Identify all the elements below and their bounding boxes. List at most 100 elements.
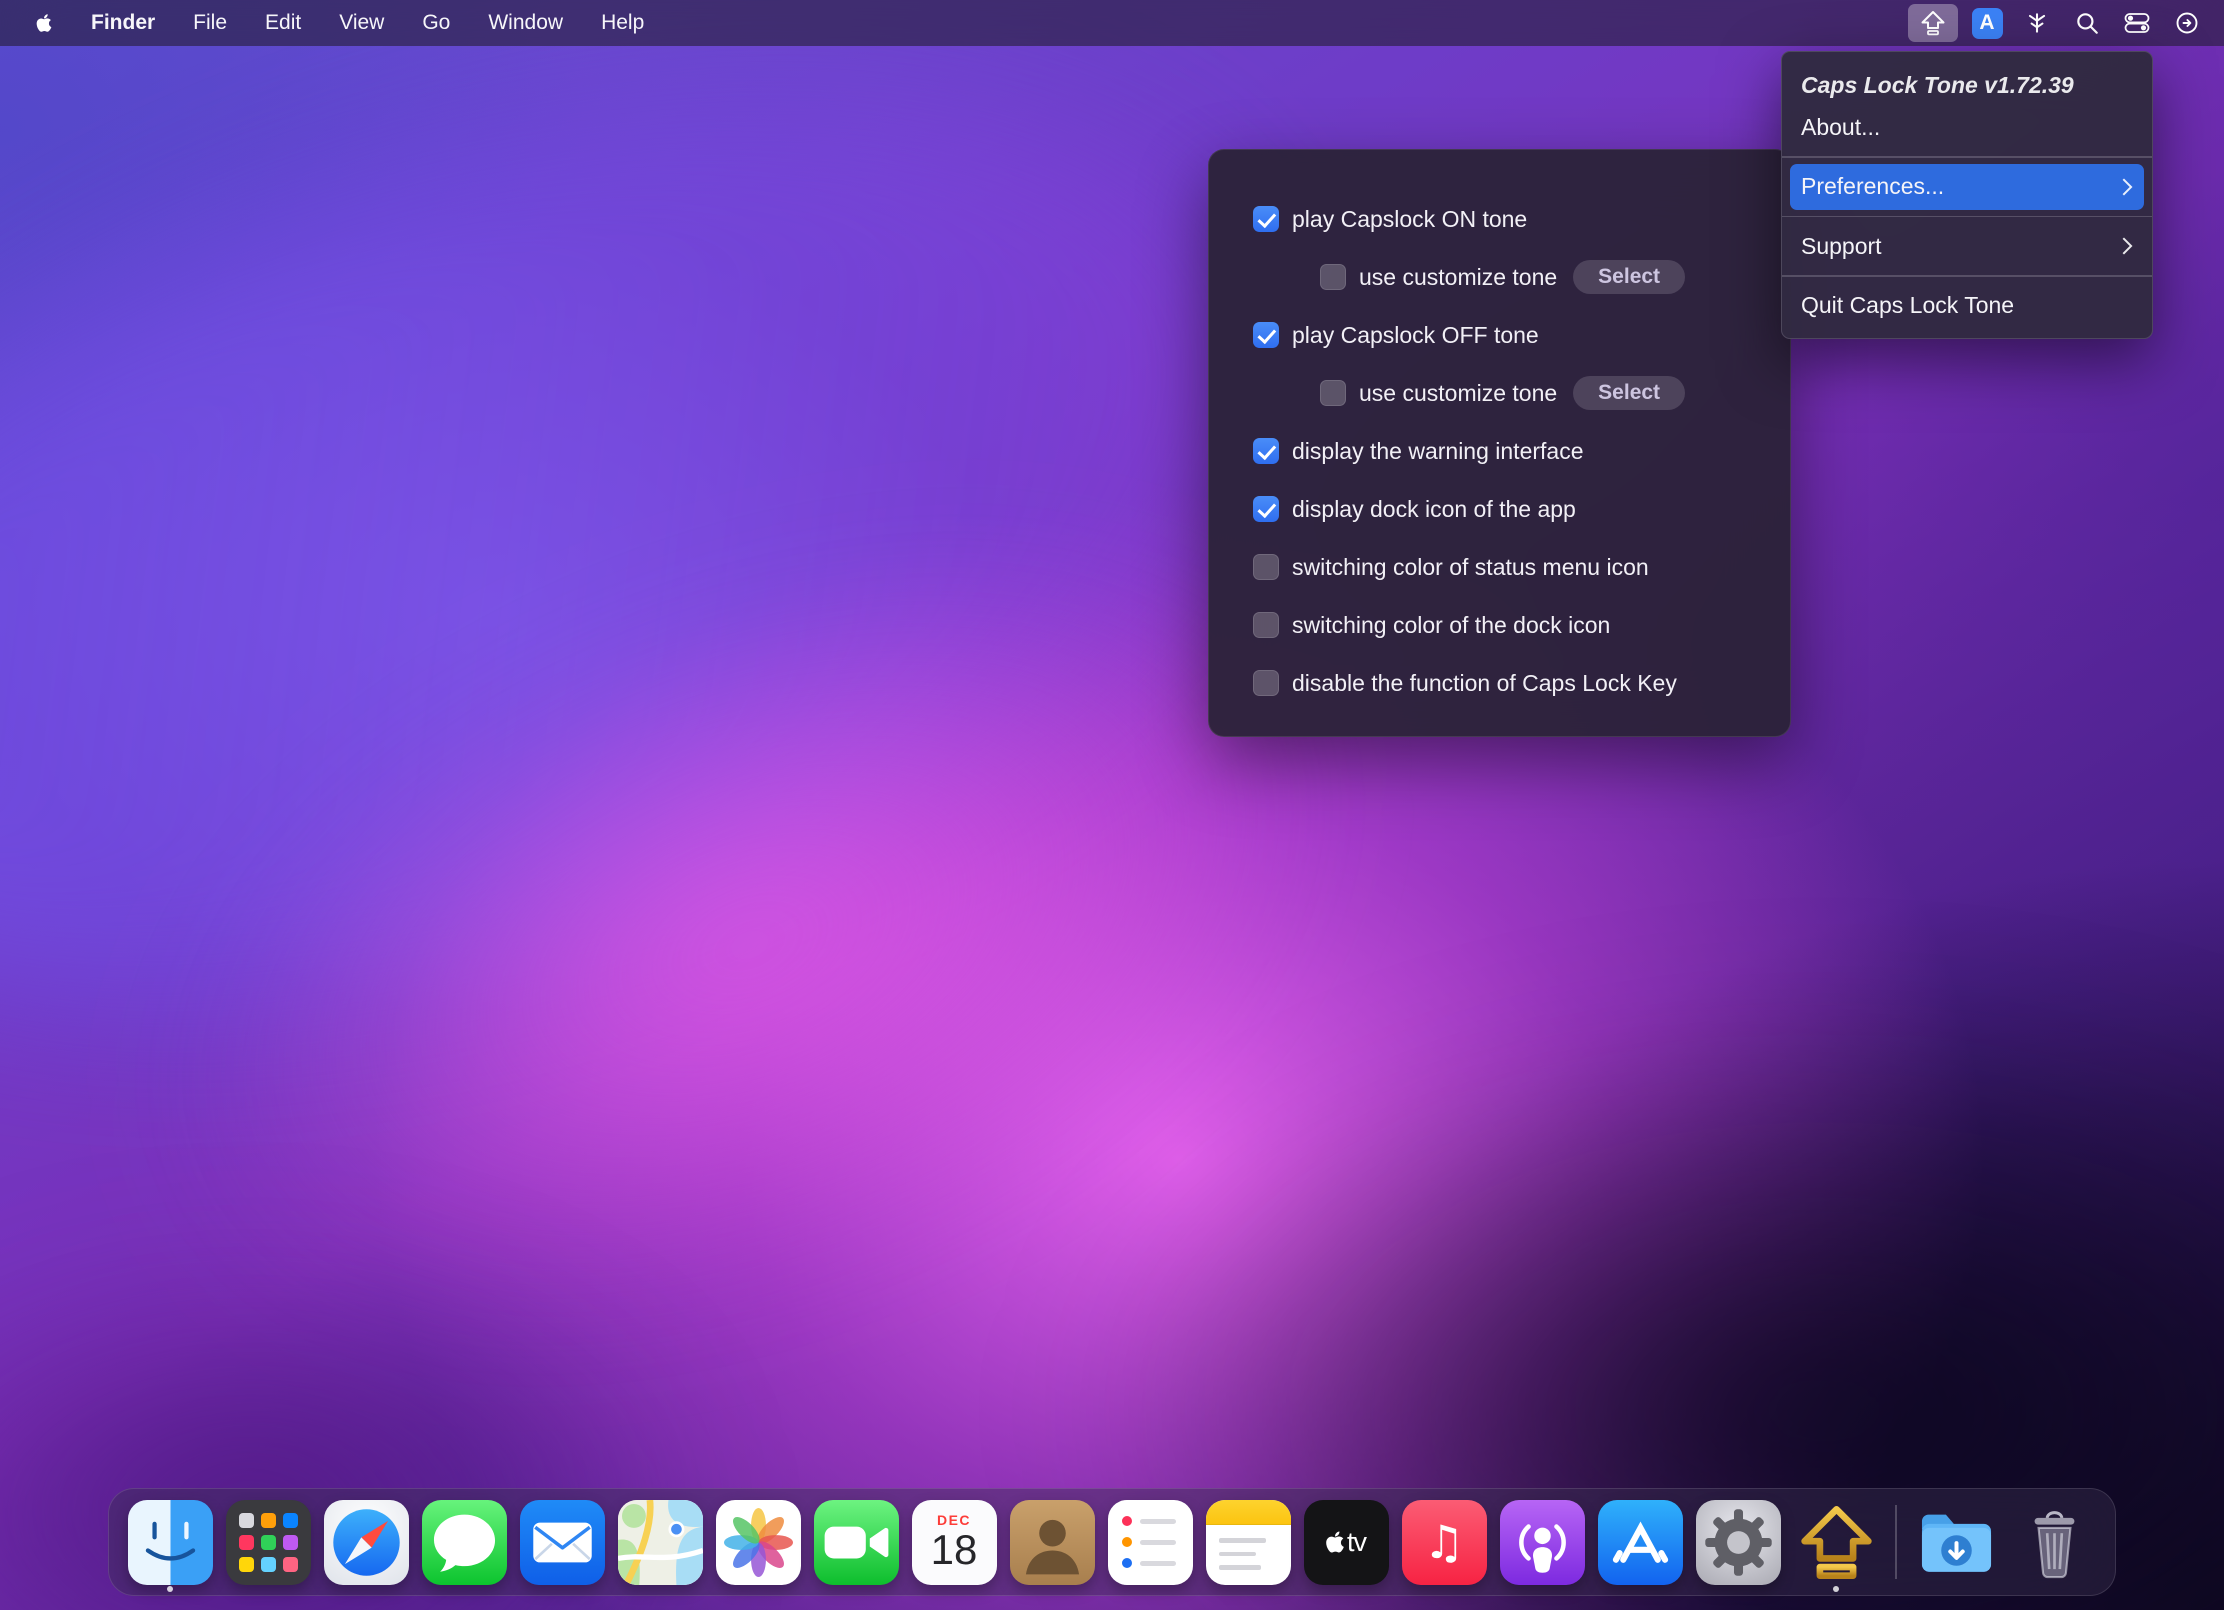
dock-launchpad[interactable] [225, 1489, 311, 1595]
finder-icon [128, 1500, 213, 1585]
calendar-icon: DEC 18 [912, 1500, 997, 1585]
menubar-item-edit[interactable]: Edit [246, 0, 320, 46]
menu-bar: FinderFileEditViewGoWindowHelp A [0, 0, 2224, 46]
dock-notes[interactable] [1205, 1489, 1291, 1595]
menubar-item-finder[interactable]: Finder [72, 0, 174, 46]
dock-reminders[interactable] [1107, 1489, 1193, 1595]
checkbox-unchecked-use-customize-tone[interactable] [1320, 264, 1346, 290]
menu-item-label: Preferences... [1801, 173, 1944, 200]
keyboard-glyph-icon [2024, 10, 2050, 36]
menu-item-about[interactable]: About... [1790, 104, 2144, 150]
pref-option-row: play Capslock OFF tone [1253, 306, 1790, 364]
capslock-tone-status-item[interactable] [1908, 4, 1958, 42]
desktop: FinderFileEditViewGoWindowHelp A [0, 0, 2224, 1610]
music-icon: ♫ [1402, 1500, 1487, 1585]
dock-appletv[interactable]: tv [1303, 1489, 1389, 1595]
menubar-item-go[interactable]: Go [403, 0, 469, 46]
pref-option-label: switching color of the dock icon [1292, 612, 1610, 639]
pref-option-row: play Capslock ON tone [1253, 190, 1790, 248]
keyboard-glyph-status-item[interactable] [2016, 4, 2058, 42]
reminders-icon [1108, 1500, 1193, 1585]
podcasts-icon [1500, 1500, 1585, 1585]
mail-icon [520, 1500, 605, 1585]
input-source-status-item[interactable]: A [1966, 4, 2008, 42]
music-note-glyph: ♫ [1423, 1519, 1464, 1565]
menu-bar-status-area: A [1908, 4, 2224, 42]
capslock-tone-icon [1919, 9, 1947, 37]
menu-item-quit-caps-lock-tone[interactable]: Quit Caps Lock Tone [1790, 283, 2144, 329]
capslock-status-menu: Caps Lock Tone v1.72.39 About...Preferen… [1781, 51, 2153, 339]
pref-option-label: switching color of status menu icon [1292, 554, 1649, 581]
pref-option-label: use customize tone [1359, 264, 1557, 291]
menu-item-support[interactable]: Support [1790, 223, 2144, 269]
menu-item-preferences[interactable]: Preferences... [1790, 164, 2144, 210]
trash-icon [2012, 1500, 2097, 1585]
checkbox-checked-display-the-warning-interface[interactable] [1253, 438, 1279, 464]
checkbox-unchecked-disable-the-function-of-caps-lock-key[interactable] [1253, 670, 1279, 696]
launchpad-icon [226, 1500, 311, 1585]
dock-settings[interactable] [1695, 1489, 1781, 1595]
notes-icon [1206, 1500, 1291, 1585]
dock-maps[interactable] [617, 1489, 703, 1595]
input-source-label: A [1979, 11, 1994, 35]
pref-option-label: display dock icon of the app [1292, 496, 1576, 523]
control-center-status-item[interactable] [2116, 4, 2158, 42]
pref-option-label: play Capslock ON tone [1292, 206, 1527, 233]
checkbox-unchecked-switching-color-of-status-menu-icon[interactable] [1253, 554, 1279, 580]
apple-menu[interactable] [16, 13, 72, 33]
dock-items: DEC 18 tv ♫ [121, 1489, 2103, 1595]
chevron-right-icon [2116, 238, 2133, 255]
select-tone-button[interactable]: Select [1573, 376, 1685, 410]
checkbox-checked-play-capslock-off-tone[interactable] [1253, 322, 1279, 348]
dock-mail[interactable] [519, 1489, 605, 1595]
notes-header [1206, 1500, 1291, 1525]
preferences-options: play Capslock ON tone use customize tone S… [1253, 190, 1790, 712]
messages-icon [422, 1500, 507, 1585]
menubar-item-window[interactable]: Window [469, 0, 582, 46]
dock-podcasts[interactable] [1499, 1489, 1585, 1595]
appstore-icon [1598, 1500, 1683, 1585]
spotlight-status-item[interactable] [2066, 4, 2108, 42]
dock-contacts[interactable] [1009, 1489, 1095, 1595]
downloads-folder-icon [1914, 1500, 1999, 1585]
dock-capslock-tone[interactable] [1793, 1489, 1879, 1595]
menubar-item-view[interactable]: View [320, 0, 403, 46]
checkbox-unchecked-use-customize-tone[interactable] [1320, 380, 1346, 406]
dock-calendar[interactable]: DEC 18 [911, 1489, 997, 1595]
pref-option-label: use customize tone [1359, 380, 1557, 407]
checkbox-checked-play-capslock-on-tone[interactable] [1253, 206, 1279, 232]
dock-trash[interactable] [2011, 1489, 2097, 1595]
dock-appstore[interactable] [1597, 1489, 1683, 1595]
dock-music[interactable]: ♫ [1401, 1489, 1487, 1595]
contacts-icon [1010, 1500, 1095, 1585]
arrow-circle-status-item[interactable] [2166, 4, 2208, 42]
pref-option-row: disable the function of Caps Lock Key [1253, 654, 1790, 712]
photos-icon [716, 1500, 801, 1585]
menu-bar-items: FinderFileEditViewGoWindowHelp [72, 0, 663, 46]
menu-separator [1782, 156, 2152, 158]
menubar-item-help[interactable]: Help [582, 0, 663, 46]
dock-messages[interactable] [421, 1489, 507, 1595]
menubar-item-file[interactable]: File [174, 0, 246, 46]
select-tone-button[interactable]: Select [1573, 260, 1685, 294]
dock-safari[interactable] [323, 1489, 409, 1595]
apple-logo-icon [36, 13, 52, 33]
checkbox-unchecked-switching-color-of-the-dock-icon[interactable] [1253, 612, 1279, 638]
checkbox-checked-display-dock-icon-of-the-app[interactable] [1253, 496, 1279, 522]
pref-option-row: display dock icon of the app [1253, 480, 1790, 538]
menu-separator [1782, 275, 2152, 277]
dock-downloads[interactable] [1913, 1489, 1999, 1595]
input-source-icon: A [1972, 8, 2003, 39]
menu-separator [1782, 216, 2152, 218]
pref-option-row: use customize tone Select [1253, 364, 1790, 422]
dock-finder[interactable] [127, 1489, 213, 1595]
menu-item-label: Support [1801, 233, 1882, 260]
appletv-icon: tv [1304, 1500, 1389, 1585]
dock-facetime[interactable] [813, 1489, 899, 1595]
preferences-panel: play Capslock ON tone use customize tone S… [1208, 149, 1791, 737]
calendar-day: 18 [931, 1528, 978, 1572]
control-center-icon [2123, 9, 2151, 37]
status-menu-items: About... Preferences... Support Quit Caps L… [1782, 104, 2152, 329]
menu-item-label: Quit Caps Lock Tone [1801, 292, 2014, 319]
dock-photos[interactable] [715, 1489, 801, 1595]
